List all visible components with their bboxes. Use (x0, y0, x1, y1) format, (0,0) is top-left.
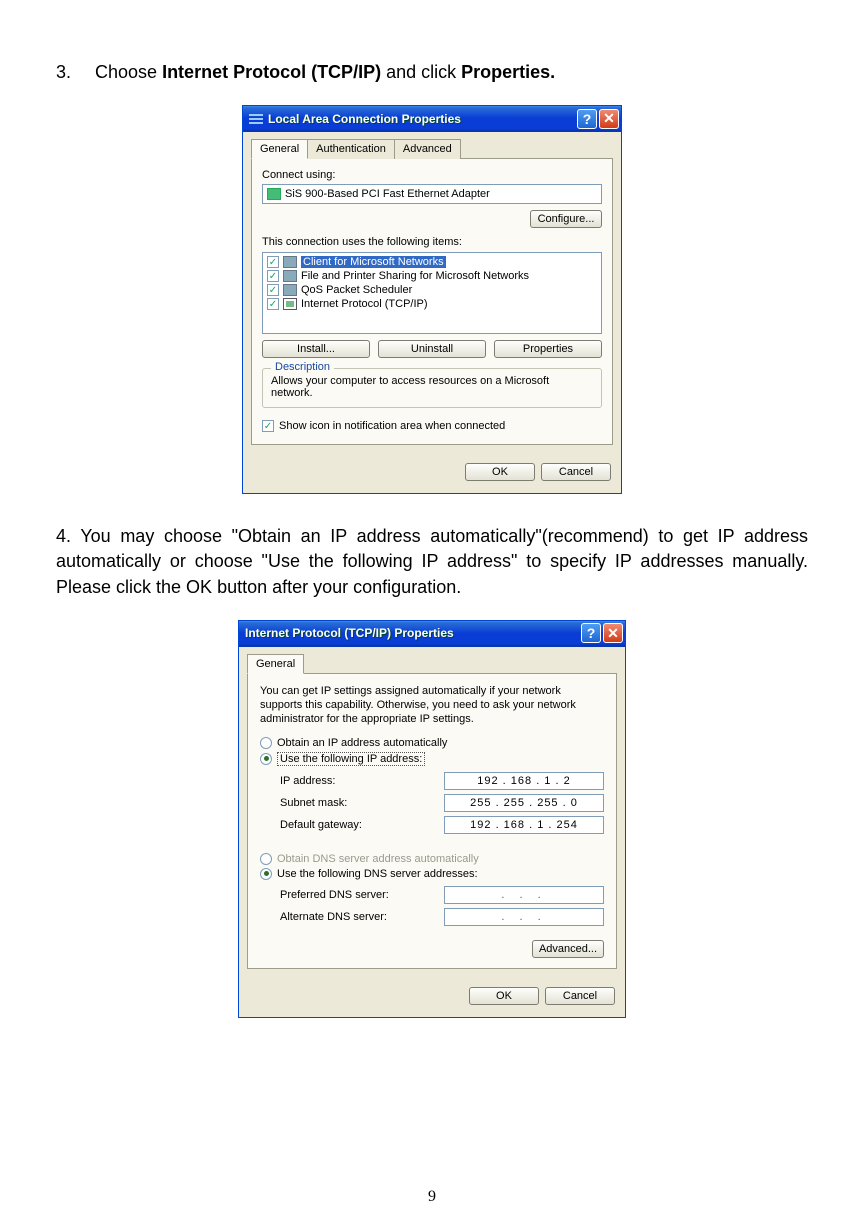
description-group: Description Allows your computer to acce… (262, 368, 602, 408)
adapter-name: SiS 900-Based PCI Fast Ethernet Adapter (285, 188, 490, 200)
step3-bold1: Internet Protocol (TCP/IP) (162, 62, 381, 82)
gateway-label: Default gateway: (280, 819, 444, 831)
step3-text: 3. Choose Internet Protocol (TCP/IP) and… (56, 60, 808, 85)
alt-dns-label: Alternate DNS server: (280, 911, 444, 923)
tcpip-properties-dialog: Internet Protocol (TCP/IP) Properties ? … (238, 620, 626, 1018)
radio-auto-dns: Obtain DNS server address automatically (260, 853, 604, 865)
close-button[interactable]: ✕ (603, 623, 623, 643)
tab-body: Connect using: SiS 900-Based PCI Fast Et… (251, 158, 613, 445)
step3-prefix: Choose (95, 62, 162, 82)
show-icon-label: Show icon in notification area when conn… (279, 420, 505, 432)
lac-properties-dialog: Local Area Connection Properties ? ✕ Gen… (242, 105, 622, 494)
tab-body: You can get IP settings assigned automat… (247, 673, 617, 969)
list-item[interactable]: ✓ Internet Protocol (TCP/IP) (265, 297, 599, 311)
step3-mid: and click (381, 62, 461, 82)
radio-label: Use the following DNS server addresses: (277, 868, 478, 880)
checkbox-icon[interactable]: ✓ (267, 284, 279, 296)
dialog-title: Internet Protocol (TCP/IP) Properties (245, 626, 579, 640)
cancel-button[interactable]: Cancel (545, 987, 615, 1005)
service-icon (283, 270, 297, 282)
description-text: Allows your computer to access resources… (271, 375, 593, 399)
subnet-label: Subnet mask: (280, 797, 444, 809)
radio-use-ip[interactable]: Use the following IP address: (260, 752, 604, 766)
dialog-footer: OK Cancel (239, 977, 625, 1017)
help-button[interactable]: ? (577, 109, 597, 129)
connect-using-label: Connect using: (262, 169, 602, 181)
configure-button[interactable]: Configure... (530, 210, 602, 228)
list-item-label: Client for Microsoft Networks (301, 256, 446, 268)
cancel-button[interactable]: Cancel (541, 463, 611, 481)
network-icon (249, 112, 263, 126)
tab-strip: General Authentication Advanced (243, 132, 621, 158)
step3-number: 3. (56, 60, 90, 85)
ip-address-input[interactable]: 192 . 168 . 1 . 2 (444, 772, 604, 790)
radio-icon[interactable] (260, 868, 272, 880)
checkbox-icon[interactable]: ✓ (267, 256, 279, 268)
service-icon (283, 284, 297, 296)
install-button[interactable]: Install... (262, 340, 370, 358)
titlebar: Internet Protocol (TCP/IP) Properties ? … (239, 621, 625, 647)
radio-label: Use the following IP address: (277, 752, 425, 766)
list-item-label: File and Printer Sharing for Microsoft N… (301, 270, 529, 282)
step3-bold2: Properties. (461, 62, 555, 82)
tab-general[interactable]: General (251, 139, 308, 159)
adapter-field: SiS 900-Based PCI Fast Ethernet Adapter (262, 184, 602, 204)
list-item-label: QoS Packet Scheduler (301, 284, 412, 296)
list-item[interactable]: ✓ File and Printer Sharing for Microsoft… (265, 269, 599, 283)
items-listbox[interactable]: ✓ Client for Microsoft Networks ✓ File a… (262, 252, 602, 334)
page-number: 9 (0, 1188, 864, 1206)
step4-body: You may choose "Obtain an IP address aut… (56, 526, 808, 596)
list-item[interactable]: ✓ QoS Packet Scheduler (265, 283, 599, 297)
gateway-input[interactable]: 192 . 168 . 1 . 254 (444, 816, 604, 834)
pref-dns-label: Preferred DNS server: (280, 889, 444, 901)
subnet-input[interactable]: 255 . 255 . 255 . 0 (444, 794, 604, 812)
step4-text: 4. You may choose "Obtain an IP address … (56, 524, 808, 600)
checkbox-icon[interactable]: ✓ (267, 270, 279, 282)
uses-items-label: This connection uses the following items… (262, 236, 602, 248)
radio-icon[interactable] (260, 753, 272, 765)
tab-authentication[interactable]: Authentication (307, 139, 395, 159)
step4-number: 4. (56, 526, 71, 546)
adapter-icon (267, 188, 281, 200)
pref-dns-input[interactable]: . . . (444, 886, 604, 904)
info-text: You can get IP settings assigned automat… (260, 684, 604, 727)
show-icon-row[interactable]: ✓ Show icon in notification area when co… (262, 420, 602, 432)
checkbox-icon[interactable]: ✓ (267, 298, 279, 310)
list-item[interactable]: ✓ Client for Microsoft Networks (265, 255, 599, 269)
alt-dns-input[interactable]: . . . (444, 908, 604, 926)
radio-icon (260, 853, 272, 865)
description-label: Description (271, 361, 334, 373)
properties-button[interactable]: Properties (494, 340, 602, 358)
tab-advanced[interactable]: Advanced (394, 139, 461, 159)
dialog-footer: OK Cancel (243, 453, 621, 493)
radio-auto-ip[interactable]: Obtain an IP address automatically (260, 737, 604, 749)
protocol-icon (283, 298, 297, 310)
tab-general[interactable]: General (247, 654, 304, 674)
radio-label: Obtain DNS server address automatically (277, 853, 479, 865)
ip-address-label: IP address: (280, 775, 444, 787)
help-button[interactable]: ? (581, 623, 601, 643)
titlebar: Local Area Connection Properties ? ✕ (243, 106, 621, 132)
dialog-title: Local Area Connection Properties (268, 112, 575, 126)
list-item-label: Internet Protocol (TCP/IP) (301, 298, 428, 310)
ok-button[interactable]: OK (469, 987, 539, 1005)
tab-strip: General (239, 647, 625, 673)
close-button[interactable]: ✕ (599, 109, 619, 129)
radio-use-dns[interactable]: Use the following DNS server addresses: (260, 868, 604, 880)
radio-icon[interactable] (260, 737, 272, 749)
client-icon (283, 256, 297, 268)
uninstall-button[interactable]: Uninstall (378, 340, 486, 358)
ok-button[interactable]: OK (465, 463, 535, 481)
radio-label: Obtain an IP address automatically (277, 737, 447, 749)
advanced-button[interactable]: Advanced... (532, 940, 604, 958)
checkbox-icon[interactable]: ✓ (262, 420, 274, 432)
